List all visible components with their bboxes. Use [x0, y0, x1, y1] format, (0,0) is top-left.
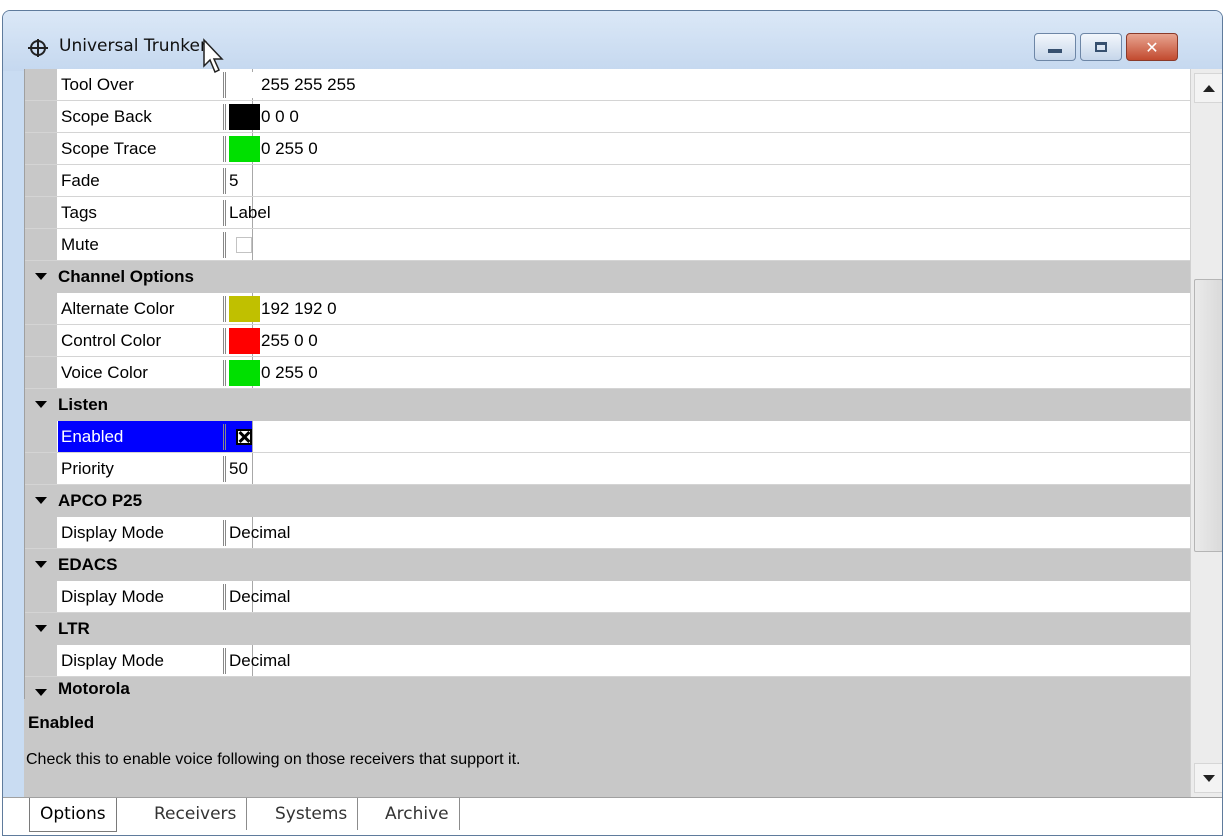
collapse-arrow-icon[interactable] — [35, 273, 47, 280]
color-swatch — [229, 360, 260, 386]
mouse-cursor-icon — [203, 38, 224, 74]
property-grid: Tool Over 255 255 255 Scope Back 0 0 0 S… — [24, 69, 1191, 699]
tab-receivers[interactable]: Receivers — [144, 798, 248, 830]
property-row-scope-trace[interactable]: Scope Trace 0 255 0 — [25, 133, 1191, 165]
collapse-arrow-icon[interactable] — [35, 689, 47, 696]
category-apco-p25[interactable]: APCO P25 — [25, 485, 1191, 517]
help-panel: Enabled Check this to enable voice follo… — [24, 699, 1190, 797]
close-icon: ✕ — [1145, 37, 1159, 57]
category-ltr[interactable]: LTR — [25, 613, 1191, 645]
property-value[interactable]: 192 192 0 — [261, 293, 337, 324]
maximize-icon — [1095, 42, 1107, 52]
property-value[interactable]: Decimal — [229, 581, 290, 612]
scroll-down-button[interactable] — [1194, 763, 1222, 793]
row-separator — [223, 136, 226, 162]
help-description: Check this to enable voice following on … — [26, 751, 521, 768]
minimize-button[interactable] — [1034, 33, 1076, 61]
scroll-down-icon — [1202, 774, 1215, 782]
category-label: LTR — [58, 619, 90, 638]
property-row-tags[interactable]: Tags Label — [25, 197, 1191, 229]
category-label: Motorola — [58, 679, 130, 698]
property-row-priority[interactable]: Priority 50 — [25, 453, 1191, 485]
category-label: Listen — [58, 395, 109, 414]
vertical-scrollbar[interactable] — [1190, 69, 1222, 797]
collapse-arrow-icon[interactable] — [35, 497, 47, 504]
title-bar[interactable]: Universal Trunker ✕ — [3, 11, 1222, 71]
property-value[interactable]: 0 0 0 — [261, 101, 299, 132]
category-label: APCO P25 — [58, 491, 143, 510]
color-swatch — [229, 136, 260, 162]
collapse-arrow-icon[interactable] — [35, 625, 47, 632]
color-swatch — [229, 328, 260, 354]
property-row-control-color[interactable]: Control Color 255 0 0 — [25, 325, 1191, 357]
property-row-mute[interactable]: Mute — [25, 229, 1191, 261]
window-title: Universal Trunker — [59, 36, 207, 56]
property-value[interactable]: 255 0 0 — [261, 325, 318, 356]
collapse-arrow-icon[interactable] — [35, 561, 47, 568]
color-swatch — [229, 296, 260, 322]
maximize-button[interactable] — [1080, 33, 1122, 61]
category-label: EDACS — [58, 555, 118, 574]
scroll-thumb[interactable] — [1194, 279, 1222, 552]
row-separator — [223, 104, 226, 130]
tab-systems[interactable]: Systems — [265, 798, 359, 830]
row-separator — [223, 456, 226, 482]
row-separator — [223, 232, 226, 258]
property-row-enabled[interactable]: Enabled — [25, 421, 1191, 453]
tab-bar: Options Receivers Systems Archive — [3, 797, 1222, 835]
color-swatch — [229, 72, 260, 98]
property-value[interactable]: Decimal — [229, 517, 290, 548]
row-separator — [223, 648, 226, 674]
row-separator — [223, 200, 226, 226]
category-label: Channel Options — [58, 267, 194, 286]
mute-checkbox[interactable] — [236, 237, 252, 253]
minimize-icon — [1048, 49, 1062, 53]
row-separator — [223, 168, 226, 194]
row-separator — [223, 296, 226, 322]
collapse-arrow-icon[interactable] — [35, 401, 47, 408]
row-separator — [223, 520, 226, 546]
scroll-up-button[interactable] — [1194, 73, 1222, 103]
app-logo-icon — [28, 39, 48, 57]
property-row-alternate-color[interactable]: Alternate Color 192 192 0 — [25, 293, 1191, 325]
scroll-up-icon — [1202, 84, 1215, 92]
property-row-display-mode[interactable]: Display Mode Decimal — [25, 581, 1191, 613]
close-button[interactable]: ✕ — [1126, 33, 1178, 61]
property-row-display-mode[interactable]: Display Mode Decimal — [25, 517, 1191, 549]
property-row-voice-color[interactable]: Voice Color 0 255 0 — [25, 357, 1191, 389]
property-value[interactable]: 0 255 0 — [261, 133, 318, 164]
property-value[interactable]: Label — [229, 197, 271, 228]
property-value[interactable]: 0 255 0 — [261, 357, 318, 388]
category-listen[interactable]: Listen — [25, 389, 1191, 421]
row-separator — [223, 360, 226, 386]
category-edacs[interactable]: EDACS — [25, 549, 1191, 581]
color-swatch — [229, 104, 260, 130]
property-row-tool-over[interactable]: Tool Over 255 255 255 — [25, 69, 1191, 101]
app-window: Universal Trunker ✕ Tool Over 255 255 25… — [2, 10, 1223, 836]
property-value[interactable]: Decimal — [229, 645, 290, 676]
property-value[interactable]: 50 — [229, 453, 248, 484]
category-motorola[interactable]: Motorola — [25, 677, 1191, 699]
row-separator — [223, 424, 226, 450]
property-row-scope-back[interactable]: Scope Back 0 0 0 — [25, 101, 1191, 133]
tab-archive[interactable]: Archive — [375, 798, 460, 830]
row-separator — [223, 584, 226, 610]
row-separator — [223, 328, 226, 354]
property-value[interactable]: 5 — [229, 165, 238, 196]
help-title: Enabled — [28, 713, 95, 732]
property-value[interactable]: 255 255 255 — [261, 69, 356, 100]
tab-options[interactable]: Options — [29, 798, 117, 832]
property-row-display-mode[interactable]: Display Mode Decimal — [25, 645, 1191, 677]
enabled-checkbox[interactable] — [236, 429, 252, 445]
category-channel-options[interactable]: Channel Options — [25, 261, 1191, 293]
property-row-fade[interactable]: Fade 5 — [25, 165, 1191, 197]
